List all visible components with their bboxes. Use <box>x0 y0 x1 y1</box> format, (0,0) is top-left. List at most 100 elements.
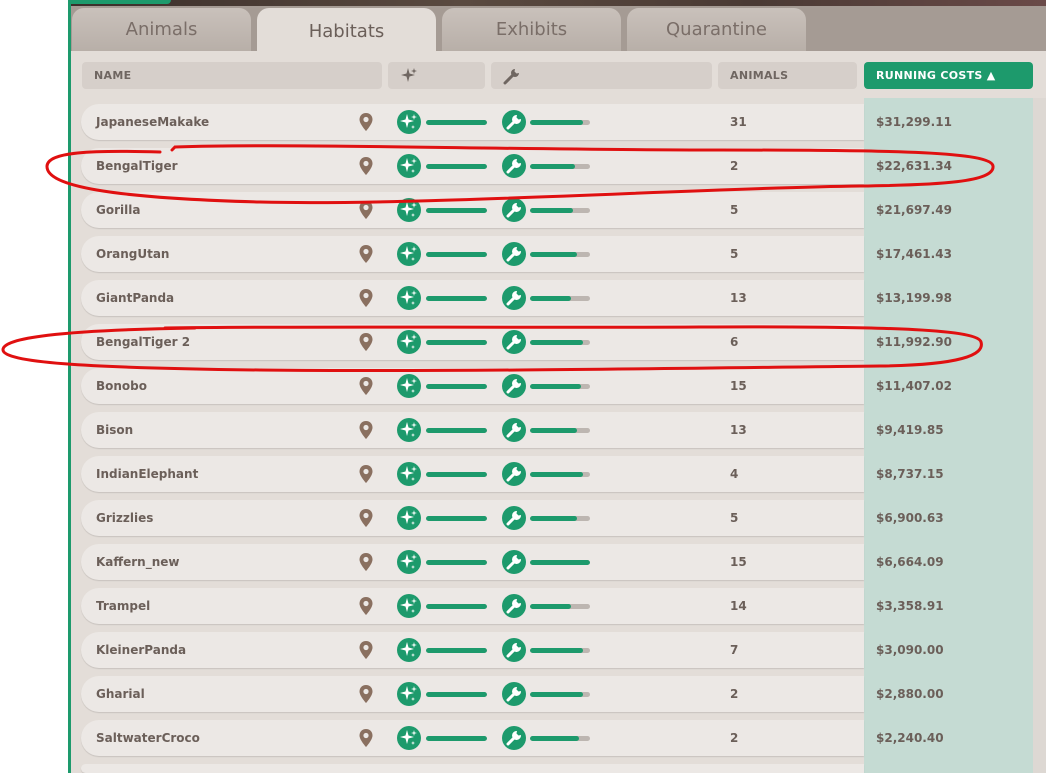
tab-exhibits[interactable]: Exhibits <box>442 8 621 51</box>
habitat-name: SaltwaterCroco <box>96 731 200 745</box>
cleanliness-sparkle-icon <box>397 418 421 442</box>
location-pin-icon[interactable] <box>358 156 374 176</box>
location-pin-icon[interactable] <box>358 288 374 308</box>
cleanliness-bar-fill <box>426 604 487 609</box>
running-cost: $6,664.09 <box>876 555 944 569</box>
running-cost: $11,992.90 <box>876 335 952 349</box>
maintenance-bar-fill <box>530 604 571 609</box>
maintenance-wrench-icon <box>502 374 526 398</box>
location-pin-icon[interactable] <box>358 508 374 528</box>
maintenance-wrench-icon <box>502 594 526 618</box>
maintenance-bar-fill <box>530 692 583 697</box>
cleanliness-bar-fill <box>426 296 487 301</box>
maintenance-wrench-icon <box>502 638 526 662</box>
tab-animals[interactable]: Animals <box>72 8 251 51</box>
location-pin-icon[interactable] <box>358 640 374 660</box>
habitat-name: JapaneseMakake <box>96 115 210 129</box>
column-header-label: ANIMALS <box>730 69 789 82</box>
column-header-running-costs[interactable]: RUNNING COSTS ▲ <box>864 62 1033 89</box>
cleanliness-sparkle-icon <box>397 682 421 706</box>
cleanliness-bar <box>426 604 487 609</box>
running-cost: $6,900.63 <box>876 511 944 525</box>
habitat-name: Bison <box>96 423 134 437</box>
location-pin-icon[interactable] <box>358 684 374 704</box>
maintenance-bar <box>530 164 590 169</box>
cleanliness-sparkle-icon <box>397 330 421 354</box>
location-pin-icon[interactable] <box>358 244 374 264</box>
cleanliness-bar <box>426 516 487 521</box>
cleanliness-bar-fill <box>426 252 487 257</box>
running-cost: $31,299.11 <box>876 115 952 129</box>
habitat-name: BengalTiger <box>96 159 178 173</box>
maintenance-bar <box>530 252 590 257</box>
habitat-name: GiantPanda <box>96 291 175 305</box>
cleanliness-bar-fill <box>426 120 487 125</box>
cleanliness-bar-fill <box>426 736 487 741</box>
tab-quarantine[interactable]: Quarantine <box>627 8 806 51</box>
location-pin-icon[interactable] <box>358 332 374 352</box>
maintenance-bar <box>530 560 590 565</box>
cleanliness-sparkle-icon <box>397 506 421 530</box>
animal-count: 6 <box>730 335 739 349</box>
running-cost: $13,199.98 <box>876 291 952 305</box>
cleanliness-bar-fill <box>426 560 487 565</box>
maintenance-bar <box>530 692 590 697</box>
running-cost: $11,407.02 <box>876 379 952 393</box>
column-header-animals[interactable]: ANIMALS <box>718 62 857 89</box>
cleanliness-bar-fill <box>426 208 487 213</box>
table-row[interactable] <box>81 764 864 773</box>
animal-count: 2 <box>730 731 739 745</box>
cleanliness-sparkle-icon <box>397 110 421 134</box>
maintenance-bar <box>530 340 590 345</box>
location-pin-icon[interactable] <box>358 376 374 396</box>
habitat-name: IndianElephant <box>96 467 199 481</box>
location-pin-icon[interactable] <box>358 552 374 572</box>
cleanliness-sparkle-icon <box>397 154 421 178</box>
animal-count: 15 <box>730 379 747 393</box>
tab-label: Animals <box>125 19 198 40</box>
cleanliness-bar <box>426 120 487 125</box>
location-pin-icon[interactable] <box>358 112 374 132</box>
maintenance-bar-fill <box>530 340 583 345</box>
habitat-name: Trampel <box>96 599 151 613</box>
running-cost: $8,737.15 <box>876 467 944 481</box>
habitat-name: BengalTiger 2 <box>96 335 191 349</box>
maintenance-bar <box>530 648 590 653</box>
location-pin-icon[interactable] <box>358 200 374 220</box>
running-cost: $22,631.34 <box>876 159 952 173</box>
location-pin-icon[interactable] <box>358 728 374 748</box>
column-header-label: RUNNING COSTS ▲ <box>876 69 996 82</box>
scrollbar[interactable] <box>1033 98 1046 773</box>
cleanliness-sparkle-icon <box>397 462 421 486</box>
location-pin-icon[interactable] <box>358 596 374 616</box>
cleanliness-bar <box>426 648 487 653</box>
animal-count: 14 <box>730 599 747 613</box>
column-header-maintenance[interactable] <box>491 62 712 89</box>
maintenance-bar-fill <box>530 252 577 257</box>
location-pin-icon[interactable] <box>358 464 374 484</box>
maintenance-bar <box>530 384 590 389</box>
cleanliness-sparkle-icon <box>397 286 421 310</box>
animal-count: 15 <box>730 555 747 569</box>
maintenance-bar-fill <box>530 120 583 125</box>
running-cost: $3,358.91 <box>876 599 944 613</box>
maintenance-bar <box>530 604 590 609</box>
cleanliness-sparkle-icon <box>397 550 421 574</box>
column-header-cleanliness[interactable] <box>388 62 485 89</box>
animal-count: 5 <box>730 511 739 525</box>
maintenance-wrench-icon <box>502 682 526 706</box>
tab-habitats[interactable]: Habitats <box>257 8 436 54</box>
habitat-name: KleinerPanda <box>96 643 187 657</box>
cleanliness-bar-fill <box>426 164 487 169</box>
cleanliness-sparkle-icon <box>397 374 421 398</box>
cleanliness-sparkle-icon <box>397 594 421 618</box>
maintenance-wrench-icon <box>502 550 526 574</box>
tab-label: Habitats <box>308 20 385 42</box>
cleanliness-bar-fill <box>426 692 487 697</box>
maintenance-bar <box>530 736 590 741</box>
maintenance-wrench-icon <box>502 462 526 486</box>
location-pin-icon[interactable] <box>358 420 374 440</box>
maintenance-bar-fill <box>530 164 575 169</box>
cleanliness-sparkle-icon <box>397 726 421 750</box>
column-header-name[interactable]: NAME <box>82 62 382 89</box>
